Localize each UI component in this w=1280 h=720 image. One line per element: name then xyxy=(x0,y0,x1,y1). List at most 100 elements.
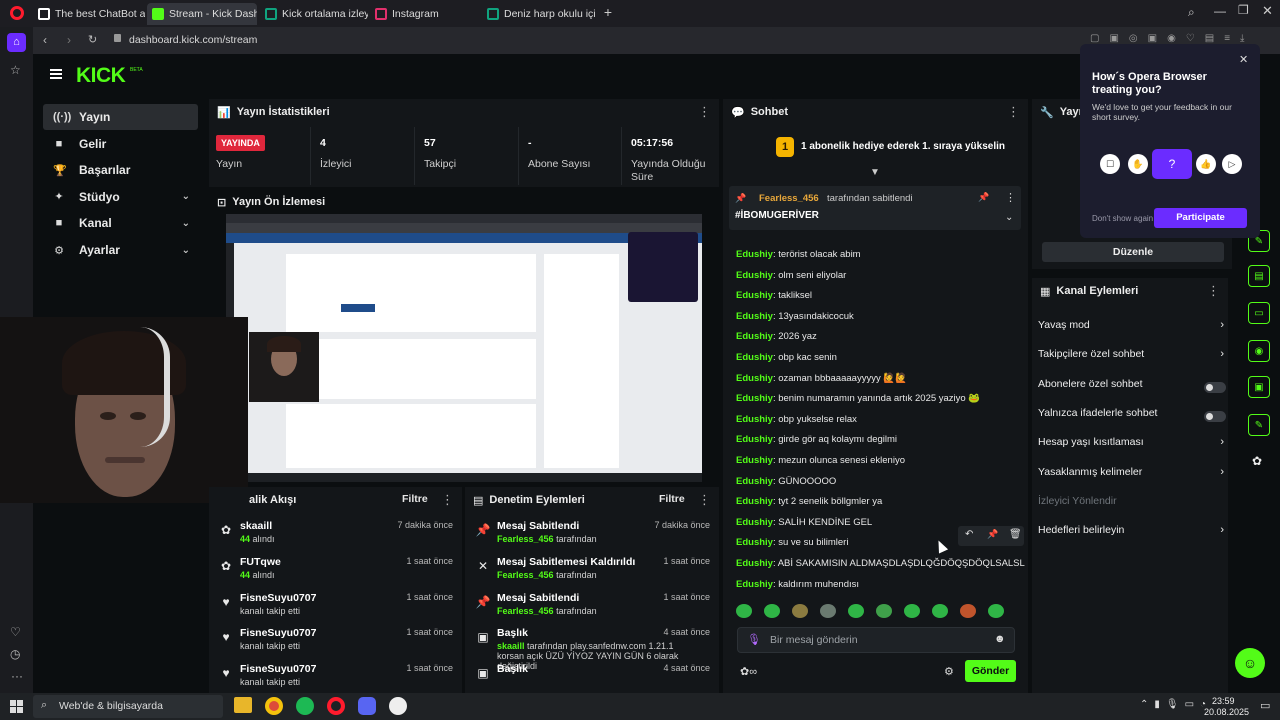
nav-item[interactable]: ⚙ Ayarlar ⌄ xyxy=(43,237,198,263)
browser-tab[interactable]: Kick ortalama izleyiciyi na xyxy=(260,3,368,25)
expand-icon[interactable]: ⌄ xyxy=(1005,212,1013,223)
system-tray-icons[interactable]: ⌃▮🎙▭◔ xyxy=(1140,699,1212,710)
chat-username[interactable]: Edushiy xyxy=(736,331,773,342)
emote-icon[interactable] xyxy=(960,604,976,618)
chat-username[interactable]: Edushiy xyxy=(736,393,773,404)
menu-icon[interactable] xyxy=(50,69,62,79)
edit-button[interactable]: Düzenle xyxy=(1042,242,1224,262)
chat-username[interactable]: Edushiy xyxy=(736,290,773,301)
browser-tab[interactable]: Stream - Kick Dashboard xyxy=(147,3,257,25)
chat-message[interactable]: Edushiy: girde gör aq kolaymı degilmi xyxy=(736,434,897,445)
opera-logo-icon[interactable] xyxy=(10,6,24,20)
maximize-button[interactable]: ❐ xyxy=(1238,3,1249,17)
chat-menu-icon[interactable]: ⋮ xyxy=(1007,104,1020,120)
chat-message[interactable]: Edushiy: takliksel xyxy=(736,290,812,301)
file-explorer-icon[interactable] xyxy=(234,697,252,713)
pin-message-icon[interactable]: 📌 xyxy=(987,529,998,540)
gift-banner[interactable]: 1 abonelik hediye ederek 1. sıraya yükse… xyxy=(801,141,1005,152)
home-icon[interactable]: ⌂ xyxy=(7,33,26,52)
toggle-switch[interactable] xyxy=(1204,410,1226,422)
rating-5-icon[interactable]: ▷ xyxy=(1222,154,1242,174)
emote-icon[interactable] xyxy=(876,604,892,618)
emote-icon[interactable] xyxy=(820,604,836,618)
history-icon[interactable]: ◷ xyxy=(10,647,20,661)
close-popup-icon[interactable]: ✕ xyxy=(1239,53,1248,66)
emote-icon[interactable] xyxy=(932,604,948,618)
chat-username[interactable]: Edushiy xyxy=(736,476,773,487)
channel-action-item[interactable]: Hesap yaşı kısıtlaması › xyxy=(1038,436,1226,456)
participate-button[interactable]: Participate xyxy=(1154,208,1247,228)
notification-icon[interactable]: ▭ xyxy=(1260,699,1270,712)
star-icon[interactable]: ☆ xyxy=(10,63,21,77)
chat-message[interactable]: Edushiy: ABİ SAKAMISIN ALDMAŞDLAŞDLQĞDÖQ… xyxy=(736,558,1025,569)
channel-action-item[interactable]: Yasaklanmış kelimeler › xyxy=(1038,466,1226,486)
forward-button[interactable]: › xyxy=(67,33,71,47)
spotify-icon[interactable] xyxy=(296,697,314,715)
rail-wrench-icon[interactable]: ✎ xyxy=(1248,414,1270,436)
nav-item[interactable]: ■ Gelir xyxy=(43,131,198,157)
rail-list-icon[interactable]: ▤ xyxy=(1248,265,1270,287)
more-icon[interactable]: ··· xyxy=(11,669,23,683)
chat-message[interactable]: Edushiy: 2026 yaz xyxy=(736,331,817,342)
chat-input[interactable]: 🎙 Bir mesaj gönderin ☻ xyxy=(737,627,1015,653)
emote-icon[interactable] xyxy=(736,604,752,618)
emote-icon[interactable] xyxy=(848,604,864,618)
chat-username[interactable]: Edushiy xyxy=(736,537,773,548)
heart-icon[interactable]: ♡ xyxy=(10,625,21,639)
send-button[interactable]: Gönder xyxy=(965,660,1016,682)
activity-menu-icon[interactable]: ⋮ xyxy=(441,492,454,508)
windows-start-icon[interactable] xyxy=(10,700,23,713)
pinned-message[interactable]: 📌 Fearless_456 tarafından sabitlendi #İB… xyxy=(729,186,1021,230)
list-item[interactable]: ♥ FisneSuyu0707 kanalı takip etti 1 saat ön… xyxy=(218,592,453,628)
emote-icon[interactable] xyxy=(792,604,808,618)
thumbs-up-icon[interactable]: 👍 xyxy=(1196,154,1216,174)
taskbar-search[interactable]: ⌕ Web'de & bilgisayarda xyxy=(33,695,223,718)
chat-username[interactable]: Edushiy xyxy=(736,270,773,281)
close-window-button[interactable]: ✕ xyxy=(1262,3,1273,19)
channel-actions-menu-icon[interactable]: ⋮ xyxy=(1207,283,1220,299)
chat-username[interactable]: Edushiy xyxy=(736,558,773,569)
nav-item[interactable]: ■ Kanal ⌄ xyxy=(43,210,198,236)
nav-item[interactable]: ✦ Stüdyo ⌄ xyxy=(43,184,198,210)
chat-settings-icon[interactable]: ⚙ xyxy=(944,665,954,678)
minimize-button[interactable]: — xyxy=(1214,4,1226,18)
chat-username[interactable]: Edushiy xyxy=(736,579,773,590)
channel-action-item[interactable]: Takipçilere özel sohbet › xyxy=(1038,348,1226,368)
nav-item[interactable]: 🏆 Başarılar xyxy=(43,157,198,183)
thumbs-down-icon[interactable]: ✋ xyxy=(1128,154,1148,174)
taskbar-time[interactable]: 23:59 xyxy=(1212,696,1235,706)
delete-icon[interactable]: 🗑 xyxy=(1009,529,1022,540)
github-icon[interactable] xyxy=(389,697,407,715)
nav-item[interactable]: ((·)) Yayın xyxy=(43,104,198,130)
list-item[interactable]: 📌 Mesaj Sabitlendi Fearless_456 tarafından… xyxy=(475,592,710,628)
emote-icon[interactable] xyxy=(988,604,1004,618)
chat-message[interactable]: Edushiy: su ve su bilimleri xyxy=(736,537,848,548)
list-item[interactable]: ✿ skaaill 44 alındı 7 dakika önce xyxy=(218,520,453,556)
browser-tab[interactable]: The best ChatBot and Wi xyxy=(33,3,145,25)
rail-kick-icon[interactable]: ✿ xyxy=(1252,454,1262,468)
kick-logo[interactable]: KICK xyxy=(76,64,126,88)
chat-username[interactable]: Edushiy xyxy=(736,434,773,445)
toolbar-icons[interactable]: ▢▣◎▣◉♡▤≡⤓ xyxy=(1090,33,1254,44)
chrome-icon[interactable] xyxy=(265,697,283,715)
dont-show-again-link[interactable]: Don't show again xyxy=(1092,214,1153,223)
rail-chat-icon[interactable]: ▭ xyxy=(1248,302,1270,324)
list-item[interactable]: ✕ Mesaj Sabitlemesi Kaldırıldı Fearless_45… xyxy=(475,556,710,592)
list-item[interactable]: ♥ FisneSuyu0707 kanalı takip etti 1 saat ön… xyxy=(218,627,453,663)
discord-icon[interactable] xyxy=(358,697,376,715)
channel-action-item[interactable]: Hedefleri belirleyin › xyxy=(1038,524,1226,544)
chat-message[interactable]: Edushiy: terörist olacak abim xyxy=(736,249,861,260)
reply-icon[interactable]: ↶ xyxy=(965,529,973,540)
rail-panel-icon[interactable]: ▣ xyxy=(1248,376,1270,398)
moderation-filter-button[interactable]: Filtre xyxy=(659,493,685,505)
emote-icon[interactable] xyxy=(764,604,780,618)
channel-action-item[interactable]: Yavaş mod › xyxy=(1038,319,1226,339)
opera-icon[interactable] xyxy=(327,697,345,715)
search-icon[interactable]: ⌕ xyxy=(1188,5,1195,20)
browser-tab[interactable]: Deniz harp okulu için TYT xyxy=(482,3,596,25)
rating-1-icon[interactable]: ☐ xyxy=(1100,154,1120,174)
chat-message[interactable]: Edushiy: olm seni eliyolar xyxy=(736,270,846,281)
chat-username[interactable]: Edushiy xyxy=(736,373,773,384)
list-item[interactable]: ✿ FUTqwe 44 alındı 1 saat önce xyxy=(218,556,453,592)
chat-message[interactable]: Edushiy: tyt 2 senelik böllgmler ya xyxy=(736,496,882,507)
